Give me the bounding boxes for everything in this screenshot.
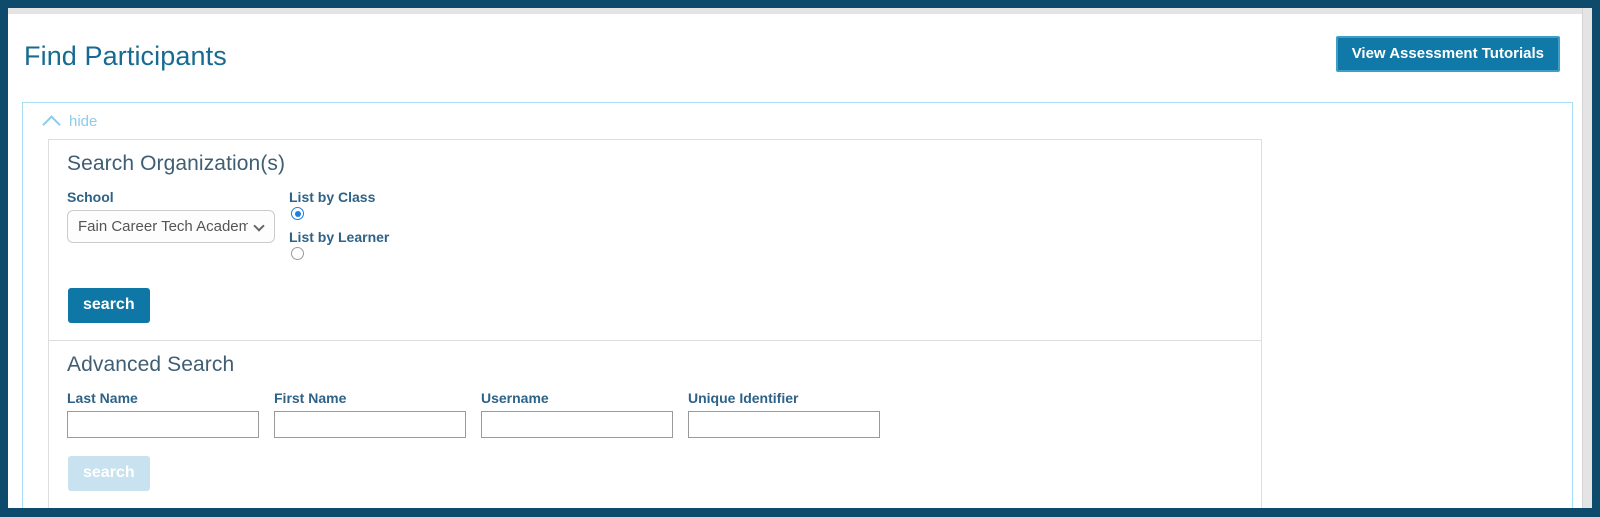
school-select[interactable]: Fain Career Tech Academy <box>67 210 275 243</box>
scrollbar-track[interactable] <box>1582 8 1592 508</box>
username-label: Username <box>481 390 549 406</box>
unique-identifier-field-group: Unique Identifier <box>688 390 880 438</box>
unique-identifier-input[interactable] <box>688 411 880 438</box>
first-name-field-group: First Name <box>274 390 466 438</box>
advanced-search-section: Advanced Search Last Name First Name Use… <box>48 341 1262 508</box>
last-name-input[interactable] <box>67 411 259 438</box>
organization-search-button[interactable]: search <box>68 288 150 323</box>
page-title: Find Participants <box>24 41 227 71</box>
search-organizations-heading: Search Organization(s) <box>67 152 286 175</box>
search-sections: Search Organization(s) School Fain Caree… <box>48 139 1262 508</box>
search-organizations-section: Search Organization(s) School Fain Caree… <box>48 139 1262 341</box>
view-assessment-tutorials-button[interactable]: View Assessment Tutorials <box>1335 36 1560 72</box>
list-by-learner-radio[interactable] <box>291 247 304 260</box>
username-input[interactable] <box>481 411 673 438</box>
page-content: Find Participants View Assessment Tutori… <box>8 14 1581 508</box>
username-field-group: Username <box>481 390 673 438</box>
unique-identifier-label: Unique Identifier <box>688 390 799 406</box>
school-field-group: School Fain Career Tech Academy <box>67 189 289 243</box>
school-label: School <box>67 189 114 205</box>
find-participants-panel: hide Search Organization(s) School Fain … <box>22 102 1573 508</box>
list-mode-radio-group: List by Class List by Learner <box>289 189 389 269</box>
panel-toggle-row[interactable]: hide <box>23 103 1572 139</box>
advanced-search-button[interactable]: search <box>68 456 150 491</box>
hide-toggle-label[interactable]: hide <box>69 113 97 130</box>
first-name-label: First Name <box>274 390 347 406</box>
advanced-search-heading: Advanced Search <box>67 353 235 376</box>
last-name-field-group: Last Name <box>67 390 259 438</box>
last-name-label: Last Name <box>67 390 138 406</box>
organization-fields-row: School Fain Career Tech Academy List by … <box>49 176 1261 269</box>
advanced-search-fields-row: Last Name First Name Username Unique Ide… <box>49 377 1261 438</box>
first-name-input[interactable] <box>274 411 466 438</box>
list-by-class-label: List by Class <box>289 189 376 205</box>
list-by-learner-label: List by Learner <box>289 229 390 245</box>
school-select-wrapper: Fain Career Tech Academy <box>67 210 275 243</box>
advanced-search-actions: search <box>49 438 1261 508</box>
chevron-up-icon[interactable] <box>42 114 61 134</box>
list-by-class-radio[interactable] <box>291 207 304 220</box>
browser-viewport: Find Participants View Assessment Tutori… <box>0 0 1600 517</box>
page-header: Find Participants View Assessment Tutori… <box>8 14 1581 94</box>
organization-actions: search <box>49 269 1261 340</box>
